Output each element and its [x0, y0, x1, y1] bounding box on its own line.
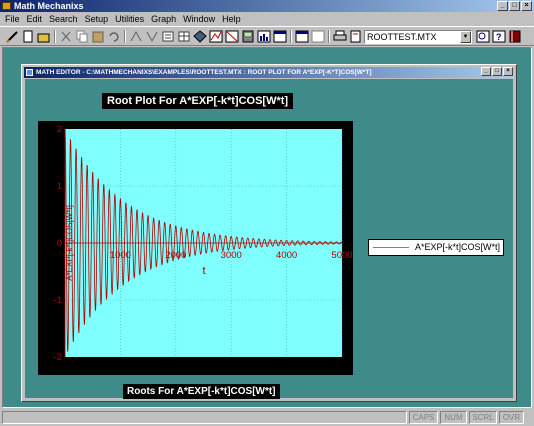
plot-area: Root Plot For A*EXP[-k*t]COS[W*t] 1000 20…	[25, 79, 513, 399]
grid-icon[interactable]	[176, 29, 192, 44]
print-preview-icon[interactable]	[348, 29, 364, 44]
caps-indicator: CAPS	[409, 411, 438, 424]
document-icon	[26, 69, 33, 76]
y-tick-label: 0	[57, 238, 62, 249]
root-plot-chart: 1000 2000 3000 4000 5000210-1-2 t A*EXP[-k*t…	[54, 124, 353, 363]
chart-window-icon[interactable]	[256, 29, 272, 44]
plot-title: Root Plot For A*EXP[-k*t]COS[W*t]	[102, 93, 294, 109]
file-select-value: ROOTTEST.MTX	[367, 32, 437, 42]
mdi-maximize-button[interactable]: □	[492, 67, 502, 76]
svg-text:?: ?	[496, 32, 502, 42]
y-tick-label: -1	[54, 295, 62, 306]
list-icon[interactable]	[160, 29, 176, 44]
minimize-button[interactable]: _	[497, 1, 508, 11]
close-button[interactable]: ×	[521, 1, 532, 11]
legend: A*EXP[-k*t]COS[W*t]	[368, 239, 504, 256]
app-titlebar: Math Mechanixs _ □ ×	[0, 0, 534, 12]
tile-icon[interactable]	[294, 29, 310, 44]
y-tick-label: 1	[57, 181, 62, 192]
undo-icon[interactable]	[106, 29, 122, 44]
zoom-graph-icon[interactable]	[224, 29, 240, 44]
menu-help[interactable]: Help	[220, 12, 246, 26]
pencil-icon[interactable]	[4, 29, 20, 44]
cascade-icon[interactable]	[310, 29, 326, 44]
new-file-icon[interactable]	[20, 29, 36, 44]
num-indicator: NUM	[440, 411, 467, 424]
plot-footer-title: Roots For A*EXP[-k*t]COS[W*t]	[123, 384, 280, 399]
menu-window[interactable]: Window	[181, 12, 220, 26]
mdi-close-button[interactable]: ×	[503, 67, 513, 76]
plot-frame: 1000 2000 3000 4000 5000 2 1 0 -1 -2 t A*EXP[-k*t…	[38, 121, 353, 375]
variable-icon[interactable]	[144, 29, 160, 44]
y-tick-label: -2	[54, 352, 62, 363]
scrl-indicator: SCRL	[469, 411, 497, 424]
file-select-combo[interactable]: ROOTTEST.MTX ▼	[364, 30, 472, 44]
status-bar: CAPS NUM SCRL OVR	[0, 408, 534, 426]
calculator-icon[interactable]	[240, 29, 256, 44]
legend-label: A*EXP[-k*t]COS[W*t]	[414, 242, 500, 252]
app-title: Math Mechanixs	[14, 1, 84, 11]
graph-icon[interactable]	[208, 29, 224, 44]
mdi-titlebar: MATH EDITOR - C:\MATHMECHANIXS\EXAMPLES\…	[24, 67, 514, 78]
find-icon[interactable]	[475, 29, 491, 44]
toolbar: ROOTTEST.MTX ▼ ?	[0, 26, 534, 46]
status-message	[2, 411, 407, 424]
legend-swatch	[373, 247, 409, 248]
menu-utilities[interactable]: Utilities	[113, 12, 149, 26]
menu-graph[interactable]: Graph	[149, 12, 181, 26]
mdi-title-text: MATH EDITOR - C:\MATHMECHANIXS\EXAMPLES\…	[36, 69, 372, 76]
menu-edit[interactable]: Edit	[25, 12, 48, 26]
cut-icon[interactable]	[58, 29, 74, 44]
x-axis-label: t	[202, 265, 205, 277]
function-icon[interactable]	[128, 29, 144, 44]
app-icon	[2, 2, 11, 10]
open-file-icon[interactable]	[36, 29, 52, 44]
help-icon[interactable]: ?	[491, 29, 507, 44]
copy-icon[interactable]	[74, 29, 90, 44]
chevron-down-icon[interactable]: ▼	[460, 31, 471, 43]
y-axis-label: A*EXP[-k*t]COS[W*t]	[65, 205, 74, 281]
print-icon[interactable]	[332, 29, 348, 44]
mdi-workspace: MATH EDITOR - C:\MATHMECHANIXS\EXAMPLES\…	[2, 47, 532, 408]
mdi-minimize-button[interactable]: _	[481, 67, 491, 76]
menu-setup[interactable]: Setup	[83, 12, 114, 26]
book-icon[interactable]	[507, 29, 523, 44]
diamond-icon[interactable]	[192, 29, 208, 44]
table-window-icon[interactable]	[272, 29, 288, 44]
x-tick-label: 3000	[221, 250, 242, 261]
menu-bar: File Edit Search Setup Utilities Graph W…	[0, 12, 534, 26]
math-editor-window[interactable]: MATH EDITOR - C:\MATHMECHANIXS\EXAMPLES\…	[21, 64, 517, 402]
y-tick-label: 2	[57, 124, 62, 135]
x-tick-label: 5000	[331, 250, 352, 261]
menu-file[interactable]: File	[3, 12, 25, 26]
ovr-indicator: OVR	[499, 411, 524, 424]
menu-search[interactable]: Search	[47, 12, 83, 26]
x-tick-label: 4000	[276, 250, 297, 261]
maximize-button[interactable]: □	[509, 1, 520, 11]
paste-icon[interactable]	[90, 29, 106, 44]
